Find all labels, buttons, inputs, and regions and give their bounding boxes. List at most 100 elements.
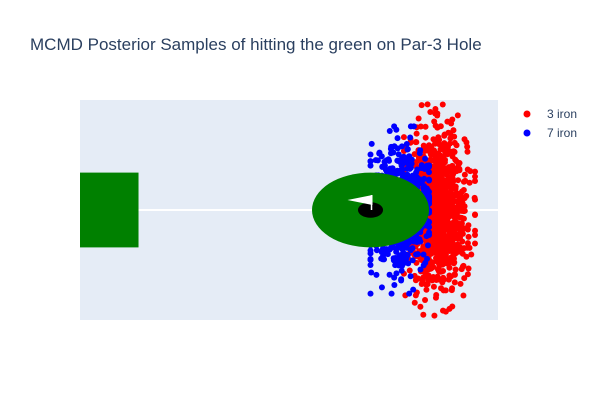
point-3-iron — [465, 265, 472, 272]
point-7-iron — [409, 245, 416, 252]
point-7-iron — [386, 128, 393, 135]
point-3-iron — [449, 116, 456, 123]
point-3-iron — [472, 212, 479, 218]
point-3-iron — [449, 175, 456, 182]
point-7-iron — [387, 165, 394, 172]
point-3-iron — [453, 190, 460, 197]
point-3-iron — [439, 196, 446, 203]
point-3-iron — [427, 156, 434, 163]
point-7-iron — [367, 151, 374, 158]
point-7-iron — [410, 123, 417, 130]
point-3-iron — [443, 142, 450, 149]
point-3-iron — [456, 159, 463, 166]
legend-item-7-iron[interactable]: 7 iron — [523, 126, 578, 140]
point-3-iron — [424, 101, 431, 108]
point-7-iron — [386, 157, 393, 164]
point-3-iron — [461, 207, 468, 214]
point-3-iron — [436, 249, 443, 256]
point-3-iron — [435, 134, 442, 141]
hole-cup — [357, 202, 384, 218]
point-3-iron — [450, 148, 457, 155]
point-7-iron — [404, 171, 411, 178]
point-7-iron — [413, 169, 420, 176]
point-7-iron — [394, 135, 401, 142]
point-7-iron — [391, 274, 398, 281]
legend-item-3-iron[interactable]: 3 iron — [523, 107, 578, 121]
point-7-iron — [426, 163, 433, 170]
point-3-iron — [461, 171, 468, 178]
point-7-iron — [395, 259, 402, 266]
point-7-iron — [410, 238, 417, 245]
point-3-iron — [439, 101, 446, 108]
point-3-iron — [446, 243, 453, 250]
point-3-iron — [432, 110, 439, 117]
point-3-iron — [472, 227, 479, 234]
point-3-iron — [437, 146, 444, 153]
point-3-iron — [431, 187, 438, 194]
point-7-iron — [376, 150, 383, 157]
point-7-iron — [398, 160, 405, 167]
point-7-iron — [388, 143, 395, 150]
point-7-iron — [367, 290, 374, 297]
point-3-iron — [451, 271, 458, 278]
point-3-iron — [428, 144, 435, 151]
chart-figure: MCMD Posterior Samples of hitting the gr… — [30, 35, 578, 320]
point-3-iron — [472, 240, 479, 247]
point-7-iron — [389, 148, 396, 155]
legend-marker-7-iron — [523, 129, 531, 137]
point-3-iron — [418, 102, 425, 109]
legend-marker-3-iron — [523, 110, 531, 118]
point-3-iron — [463, 193, 470, 199]
point-3-iron — [447, 135, 454, 142]
point-3-iron — [440, 239, 447, 246]
point-7-iron — [367, 256, 374, 263]
point-3-iron — [442, 308, 449, 315]
point-3-iron — [464, 148, 471, 155]
point-3-iron — [450, 127, 457, 134]
point-3-iron — [446, 264, 453, 271]
point-7-iron — [367, 247, 374, 254]
point-3-iron — [431, 118, 438, 125]
point-3-iron — [436, 276, 443, 283]
point-3-iron — [451, 242, 458, 249]
point-3-iron — [415, 115, 422, 122]
point-7-iron — [368, 140, 375, 147]
point-3-iron — [428, 150, 435, 157]
point-3-iron — [413, 130, 420, 137]
point-7-iron — [406, 153, 413, 160]
legend[interactable]: 3 iron 7 iron — [523, 107, 578, 140]
legend-label-7-iron: 7 iron — [547, 126, 577, 140]
point-3-iron — [427, 265, 434, 272]
point-7-iron — [419, 177, 426, 184]
point-7-iron — [398, 276, 405, 283]
point-3-iron — [460, 187, 467, 194]
point-3-iron — [464, 226, 471, 233]
point-3-iron — [438, 220, 445, 227]
point-3-iron — [413, 139, 420, 146]
point-3-iron — [430, 283, 437, 290]
point-3-iron — [434, 168, 441, 175]
point-7-iron — [405, 260, 412, 267]
point-7-iron — [402, 251, 409, 258]
point-7-iron — [404, 146, 411, 153]
point-3-iron — [449, 303, 456, 310]
point-7-iron — [413, 251, 420, 258]
point-7-iron — [373, 247, 380, 254]
legend-label-3-iron: 3 iron — [547, 107, 577, 121]
point-3-iron — [412, 277, 419, 284]
point-3-iron — [435, 205, 442, 212]
point-3-iron — [425, 272, 432, 279]
point-7-iron — [399, 154, 406, 161]
point-3-iron — [418, 281, 425, 288]
point-3-iron — [422, 296, 429, 303]
tee-box — [80, 172, 139, 248]
point-7-iron — [396, 252, 403, 259]
point-3-iron — [449, 234, 456, 241]
point-7-iron — [391, 123, 398, 130]
point-3-iron — [449, 181, 456, 188]
point-3-iron — [451, 279, 458, 286]
point-7-iron — [378, 284, 385, 291]
point-3-iron — [472, 196, 479, 203]
point-3-iron — [422, 134, 429, 141]
point-7-iron — [368, 269, 375, 276]
